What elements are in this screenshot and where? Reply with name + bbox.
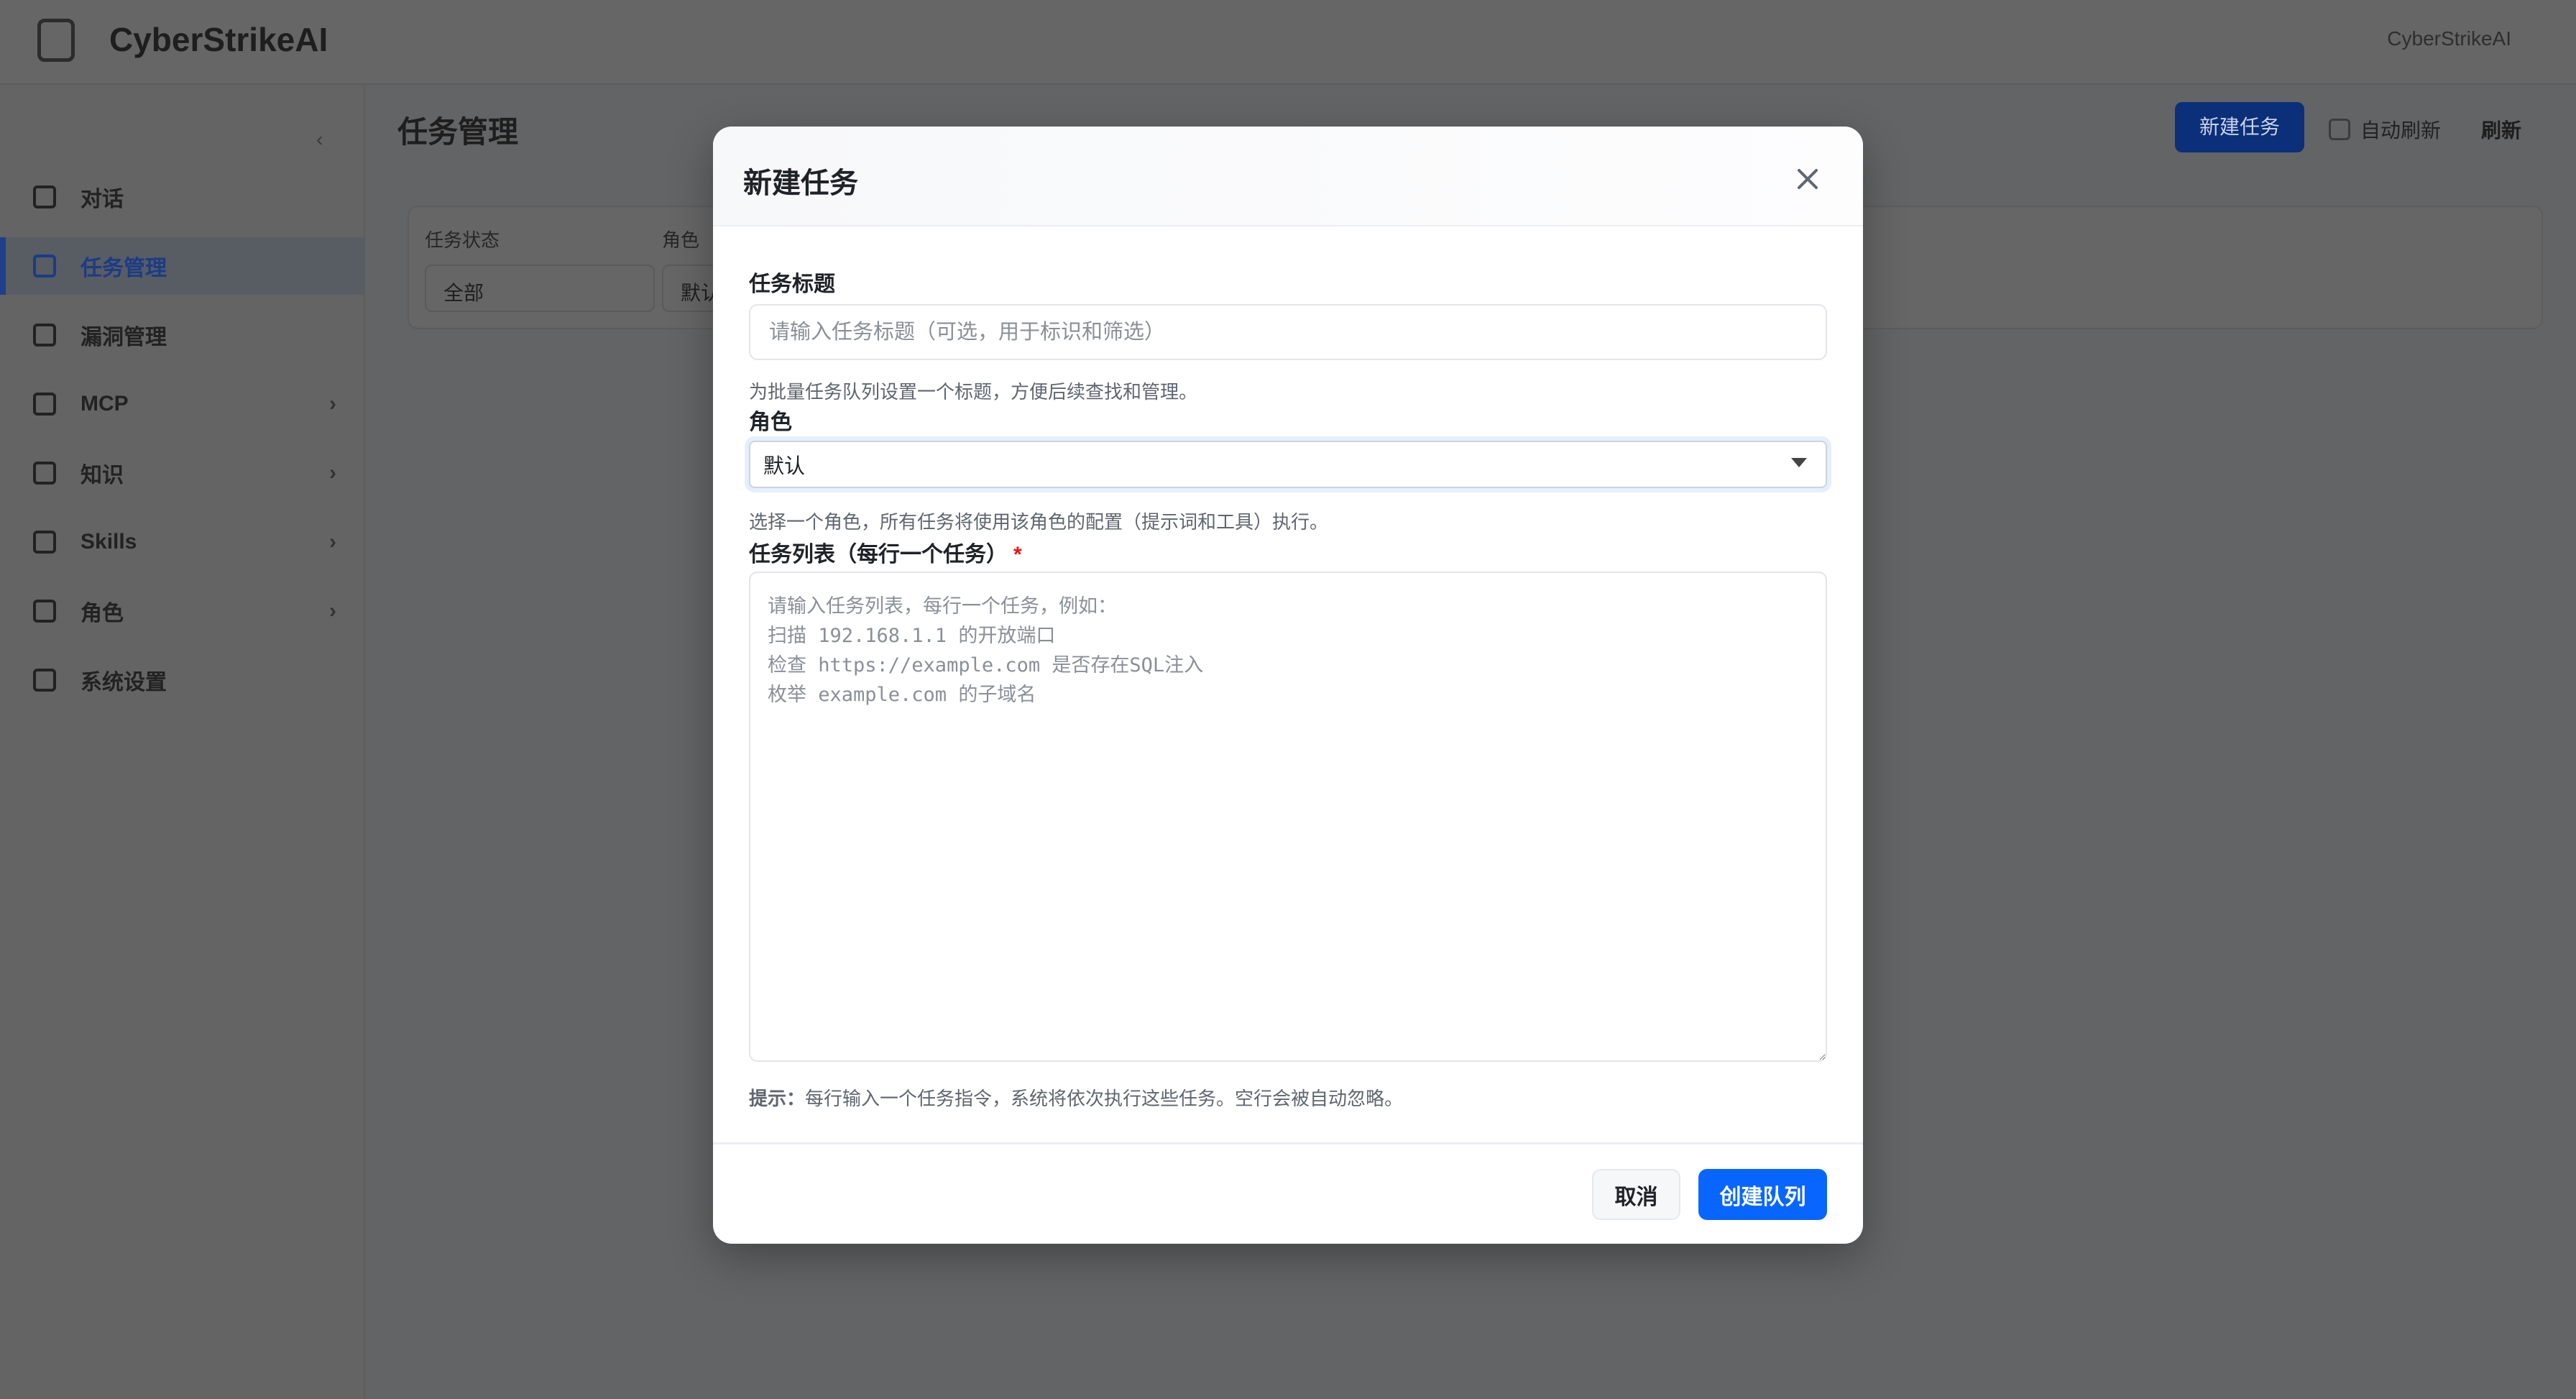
skills-icon: [33, 531, 56, 554]
tasks-icon: [33, 254, 56, 277]
modal-title: 新建任务: [743, 160, 858, 201]
brand-name: CyberStrikeAI: [109, 20, 328, 59]
sidebar-item-label: 角色: [80, 595, 124, 627]
refresh-button[interactable]: 刷新: [2481, 115, 2521, 144]
chat-icon: [33, 185, 56, 208]
sidebar-item-vulns[interactable]: 漏洞管理: [0, 306, 365, 364]
status-filter-label: 任务状态: [425, 226, 500, 252]
sidebar-item-roles[interactable]: 角色 ›: [0, 582, 365, 640]
sidebar-item-mcp[interactable]: MCP ›: [0, 375, 365, 433]
create-queue-button[interactable]: 创建队列: [1698, 1169, 1827, 1220]
book-icon: [33, 462, 56, 485]
auto-refresh-label: 自动刷新: [2360, 115, 2441, 144]
gear-icon: [33, 669, 56, 692]
shield-icon: [33, 324, 56, 347]
sidebar-item-knowledge[interactable]: 知识 ›: [0, 444, 365, 502]
chevron-right-icon: ›: [329, 392, 336, 416]
auto-refresh-toggle[interactable]: 自动刷新: [2329, 115, 2441, 144]
sidebar-item-label: 漏洞管理: [80, 319, 167, 351]
logo-icon: [37, 19, 75, 62]
sidebar-item-chat[interactable]: 对话: [0, 168, 365, 226]
caret-down-icon: [1791, 458, 1807, 467]
role-select-value: 默认: [763, 449, 805, 480]
role-filter-label: 角色: [662, 226, 699, 252]
task-list-hint: 提示：每行输入一个任务指令，系统将依次执行这些任务。空行会被自动忽略。: [749, 1084, 1403, 1111]
task-title-help: 为批量任务队列设置一个标题，方便后续查找和管理。: [749, 377, 1197, 404]
sidebar-item-tasks[interactable]: 任务管理: [0, 237, 365, 295]
status-filter-select[interactable]: 全部: [425, 265, 655, 312]
hint-prefix: 提示：: [749, 1088, 805, 1109]
sidebar-item-label: 系统设置: [80, 664, 167, 696]
sidebar-item-settings[interactable]: 系统设置: [0, 651, 365, 709]
role-label: 角色: [749, 404, 792, 436]
role-help: 选择一个角色，所有任务将使用该角色的配置（提示词和工具）执行。: [749, 508, 1328, 534]
page-title: 任务管理: [397, 108, 518, 152]
hint-text: 每行输入一个任务指令，系统将依次执行这些任务。空行会被自动忽略。: [805, 1088, 1403, 1109]
sidebar-item-label: Skills: [80, 530, 137, 554]
modal-footer: 取消 创建队列: [713, 1142, 1863, 1244]
sidebar-item-label: 任务管理: [80, 250, 167, 282]
close-icon[interactable]: [1791, 162, 1824, 196]
modal-header: 新建任务: [713, 127, 1863, 226]
sidebar-item-label: 对话: [80, 181, 124, 213]
role-select[interactable]: 默认: [749, 441, 1827, 488]
new-task-button[interactable]: 新建任务: [2175, 102, 2304, 152]
task-list-label-text: 任务列表（每行一个任务）: [749, 543, 1008, 567]
top-bar: CyberStrikeAI CyberStrikeAI: [0, 0, 2576, 85]
collapse-sidebar-icon[interactable]: ‹: [316, 128, 323, 151]
chevron-right-icon: ›: [329, 599, 336, 623]
sidebar-item-label: MCP: [80, 392, 129, 416]
task-title-input[interactable]: [749, 304, 1827, 360]
top-right-text[interactable]: CyberStrikeAI: [2387, 27, 2511, 50]
task-list-textarea[interactable]: [749, 572, 1827, 1062]
task-title-label: 任务标题: [749, 266, 835, 298]
cancel-button[interactable]: 取消: [1592, 1169, 1680, 1220]
chevron-right-icon: ›: [329, 530, 336, 554]
new-task-modal: 新建任务 任务标题 为批量任务队列设置一个标题，方便后续查找和管理。 角色 默认…: [713, 127, 1863, 1244]
task-list-label: 任务列表（每行一个任务）*: [749, 536, 1022, 568]
chevron-right-icon: ›: [329, 461, 336, 485]
users-icon: [33, 600, 56, 623]
sidebar-item-skills[interactable]: Skills ›: [0, 513, 365, 571]
checkbox[interactable]: [2329, 119, 2350, 140]
required-mark: *: [1013, 543, 1022, 567]
sidebar: ‹ 对话 任务管理 漏洞管理 MCP › 知识 › Skills › 角色 › 系统设置: [0, 85, 365, 1399]
sidebar-item-label: 知识: [80, 457, 124, 489]
plug-icon: [33, 393, 56, 416]
role-select-focus-ring: 默认: [745, 436, 1831, 492]
